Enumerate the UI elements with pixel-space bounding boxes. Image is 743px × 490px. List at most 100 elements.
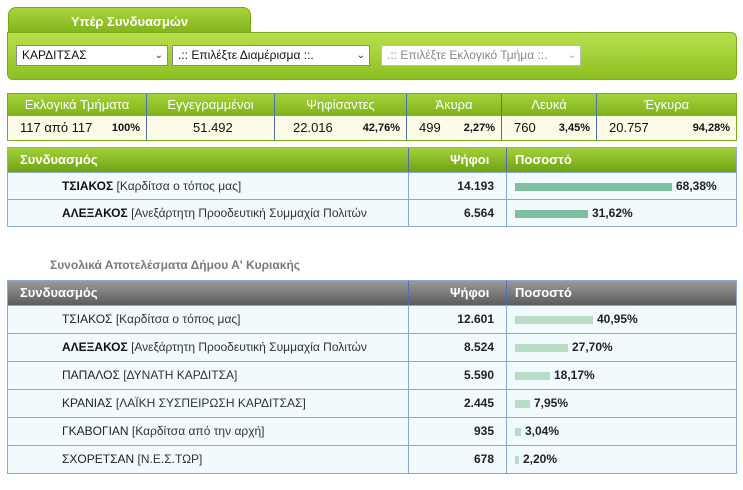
leader-name: ΣΧΟΡΕΤΣΑΝ xyxy=(62,452,135,466)
vote-count: 6.564 xyxy=(463,206,494,220)
col-votes-header: Ψήφοι xyxy=(450,152,490,167)
party-name: ΤΣΙΑΚΟΣ [Καρδίτσα ο τόπος μας] xyxy=(62,312,408,326)
col-votes-header: Ψήφοι xyxy=(450,285,490,300)
party-description: [Καρδίτσα ο τόπος μας] xyxy=(115,312,241,326)
stat-value: 22.016 xyxy=(293,120,333,135)
stat-invalid: Άκυρα 499 2,27% xyxy=(407,94,502,140)
results-table-district: Συνδυασμός Ψήφοι Ποσοστό ΤΣΙΑΚΟΣ [Καρδίτ… xyxy=(7,147,737,227)
stat-label: Άκυρα xyxy=(435,97,473,112)
stat-pct: 94,28% xyxy=(692,122,730,134)
stat-blank: Λευκά 760 3,45% xyxy=(502,94,597,140)
district-select[interactable]: .:: Επιλέξτε Διαμέρισμα ::. ⌄ xyxy=(172,45,370,66)
col-party-header: Συνδυασμός xyxy=(20,152,98,167)
percentage-bar xyxy=(515,316,593,324)
stat-pct: 42,76% xyxy=(362,122,400,134)
vote-count: 8.524 xyxy=(463,340,494,354)
municipality-select[interactable]: ΚΑΡΔΙΤΣΑΣ ⌄ xyxy=(16,45,168,66)
leader-name: ΚΡΑΝΙΑΣ xyxy=(62,396,113,410)
party-description: [Ανεξάρτητη Προοδευτική Συμμαχία Πολιτών xyxy=(131,340,367,354)
chevron-down-icon: ⌄ xyxy=(356,50,365,61)
party-name: ΓΚΑΒΟΓΙΑΝ [Καρδίτσα από την αρχή] xyxy=(62,424,408,438)
stat-label: Εγγεγραμμένοι xyxy=(167,97,254,112)
district-value: .:: Επιλέξτε Διαμέρισμα ::. xyxy=(178,48,314,62)
chevron-down-icon: ⌄ xyxy=(154,50,163,61)
party-description: [Καρδίτσα ο τόπος μας] xyxy=(116,179,242,193)
vote-count: 5.590 xyxy=(463,368,494,382)
table-header: Συνδυασμός Ψήφοι Ποσοστό xyxy=(8,148,736,172)
leader-name: ΤΣΙΑΚΟΣ xyxy=(62,179,114,193)
percentage-bar xyxy=(515,428,521,436)
table-row: ΤΣΙΑΚΟΣ [Καρδίτσα ο τόπος μας] 14.193 68,3… xyxy=(8,172,736,199)
percentage-label: 18,17% xyxy=(554,368,595,382)
stat-label: Λευκά xyxy=(531,97,567,112)
percentage-bar xyxy=(515,344,568,352)
party-name: ΑΛΕΞΑΚΟΣ [Ανεξάρτητη Προοδευτική Συμμαχί… xyxy=(62,206,408,220)
percentage-bar xyxy=(515,372,550,380)
leader-name: ΑΛΕΞΑΚΟΣ xyxy=(62,206,128,220)
stat-value: 499 xyxy=(419,120,441,135)
stat-valid: Έγκυρα 20.757 94,28% xyxy=(597,94,736,140)
stat-pct: 3,45% xyxy=(558,122,590,134)
leader-name: ΠΑΠΑΛΟΣ xyxy=(62,368,120,382)
percentage-bar xyxy=(515,183,672,191)
leader-name: ΑΛΕΞΑΚΟΣ xyxy=(62,340,128,354)
party-description: [Καρδίτσα από την αρχή] xyxy=(131,424,265,438)
party-name: ΚΡΑΝΙΑΣ [ΛΑΪΚΗ ΣΥΣΠΕΙΡΩΣΗ ΚΑΡΔΙΤΣΑΣ] xyxy=(62,396,408,410)
table-row: ΑΛΕΞΑΚΟΣ [Ανεξάρτητη Προοδευτική Συμμαχί… xyxy=(8,199,736,226)
party-description: [ΔΥΝΑΤΗ ΚΑΡΔΙΤΣΑ] xyxy=(123,368,238,382)
stat-voted: Ψηφίσαντες 22.016 42,76% xyxy=(275,94,407,140)
table-row: ΚΡΑΝΙΑΣ [ΛΑΪΚΗ ΣΥΣΠΕΙΡΩΣΗ ΚΑΡΔΙΤΣΑΣ] 2.44… xyxy=(8,389,736,417)
party-name: ΑΛΕΞΑΚΟΣ [Ανεξάρτητη Προοδευτική Συμμαχί… xyxy=(62,340,408,354)
stat-value: 117 από 117 xyxy=(20,120,93,135)
vote-count: 12.601 xyxy=(457,312,494,326)
table-row: ΠΑΠΑΛΟΣ [ΔΥΝΑΤΗ ΚΑΡΔΙΤΣΑ] 5.590 18,17% xyxy=(8,361,736,389)
table-row: ΣΧΟΡΕΤΣΑΝ [Ν.Ε.Σ.ΤΩΡ] 678 2,20% xyxy=(8,445,736,473)
col-party-header: Συνδυασμός xyxy=(20,285,98,300)
party-name: ΣΧΟΡΕΤΣΑΝ [Ν.Ε.Σ.ΤΩΡ] xyxy=(62,452,408,466)
vote-count: 14.193 xyxy=(457,179,494,193)
percentage-label: 3,04% xyxy=(525,424,560,438)
leader-name: ΓΚΑΒΟΓΙΑΝ xyxy=(62,424,129,438)
percentage-bar xyxy=(515,210,588,218)
leader-name: ΤΣΙΑΚΟΣ xyxy=(62,312,113,326)
stats-summary: Εκλογικά Τμήματα 117 από 117 100% Εγγεγρα… xyxy=(7,93,737,141)
stat-pct: 100% xyxy=(111,122,140,134)
precinct-select[interactable]: .:: Επιλέξτε Εκλογικό Τμήμα ::. ⌄ xyxy=(381,45,581,66)
municipality-value: ΚΑΡΔΙΤΣΑΣ xyxy=(22,48,87,62)
stat-value: 20.757 xyxy=(609,120,649,135)
table-row: ΑΛΕΞΑΚΟΣ [Ανεξάρτητη Προοδευτική Συμμαχί… xyxy=(8,333,736,361)
table-row: ΤΣΙΑΚΟΣ [Καρδίτσα ο τόπος μας] 12.601 40,9… xyxy=(8,305,736,333)
filter-bar: ΚΑΡΔΙΤΣΑΣ ⌄ .:: Επιλέξτε Διαμέρισμα ::. … xyxy=(7,32,737,80)
section-title: Συνολικά Αποτελέσματα Δήμου Α' Κυριακής xyxy=(50,258,301,272)
stat-label: Έγκυρα xyxy=(643,97,690,112)
table-header: Συνδυασμός Ψήφοι Ποσοστό xyxy=(8,281,736,305)
percentage-label: 31,62% xyxy=(592,206,633,220)
tab-party-results[interactable]: Υπέρ Συνδυασμών xyxy=(8,7,251,34)
stat-value: 51.492 xyxy=(193,120,233,135)
stat-precincts: Εκλογικά Τμήματα 117 από 117 100% xyxy=(8,94,147,140)
vote-count: 2.445 xyxy=(463,396,494,410)
percentage-label: 7,95% xyxy=(534,396,569,410)
percentage-bar xyxy=(515,400,530,408)
vote-count: 678 xyxy=(473,452,494,466)
percentage-bar xyxy=(515,456,519,464)
percentage-label: 27,70% xyxy=(572,340,613,354)
percentage-label: 68,38% xyxy=(676,179,717,193)
col-pct-header: Ποσοστό xyxy=(515,152,572,167)
party-name: ΤΣΙΑΚΟΣ [Καρδίτσα ο τόπος μας] xyxy=(62,179,408,193)
stat-value: 760 xyxy=(514,120,536,135)
stat-registered: Εγγεγραμμένοι 51.492 xyxy=(147,94,275,140)
stat-label: Εκλογικά Τμήματα xyxy=(24,97,130,112)
vote-count: 935 xyxy=(473,424,494,438)
party-description: [Ν.Ε.Σ.ΤΩΡ] xyxy=(137,452,203,466)
stat-label: Ψηφίσαντες xyxy=(306,97,375,112)
party-description: [Ανεξάρτητη Προοδευτική Συμμαχία Πολιτών xyxy=(131,206,367,220)
table-row: ΓΚΑΒΟΓΙΑΝ [Καρδίτσα από την αρχή] 935 3,04… xyxy=(8,417,736,445)
col-pct-header: Ποσοστό xyxy=(515,285,572,300)
party-description: [ΛΑΪΚΗ ΣΥΣΠΕΙΡΩΣΗ ΚΑΡΔΙΤΣΑΣ] xyxy=(115,396,306,410)
party-name: ΠΑΠΑΛΟΣ [ΔΥΝΑΤΗ ΚΑΡΔΙΤΣΑ] xyxy=(62,368,408,382)
chevron-down-icon: ⌄ xyxy=(567,50,576,61)
percentage-label: 2,20% xyxy=(523,452,558,466)
precinct-value: .:: Επιλέξτε Εκλογικό Τμήμα ::. xyxy=(387,48,548,62)
percentage-label: 40,95% xyxy=(597,312,638,326)
